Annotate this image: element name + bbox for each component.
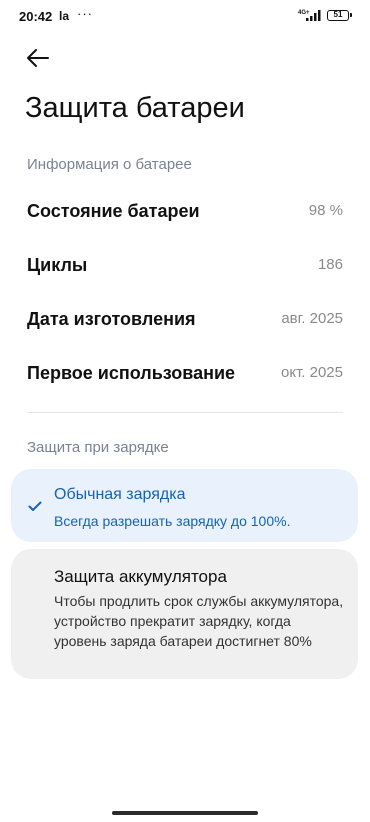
back-button[interactable] [22,44,54,72]
charging-protection-header: Защита при зарядке [27,439,169,456]
more-notifications-icon: ··· [77,6,93,21]
app-notification-icon: la [59,9,70,23]
battery-icon: 51 [327,10,352,21]
option-description: Чтобы продлить срок службы аккумулятора,… [54,593,344,649]
info-value: авг. 2025 [281,310,343,327]
checkmark-icon [28,501,42,511]
info-value: 98 % [308,202,343,219]
signal-icon [306,10,321,21]
manufacture-date-row[interactable]: Дата изготовления авг. 2025 [27,301,343,337]
info-label: Дата изготовления [27,309,196,329]
status-bar: 20:42 la ··· 4G+ 51 [0,0,370,34]
battery-health-row[interactable]: Состояние батареи 98 % [27,193,343,229]
page-title: Защита батареи [25,92,245,124]
info-label: Состояние батареи [27,201,200,221]
first-use-row[interactable]: Первое использование окт. 2025 [27,355,343,391]
cycles-row[interactable]: Циклы 186 [27,247,343,283]
divider [27,412,343,413]
info-label: Циклы [27,255,88,275]
normal-charging-option[interactable]: Обычная зарядка Всегда разрешать зарядку… [11,469,358,542]
info-label: Первое использование [27,363,236,383]
option-description: Всегда разрешать зарядку до 100%. [54,513,291,529]
option-title: Защита аккумулятора [54,567,227,586]
status-time: 20:42 [19,9,53,24]
battery-protection-option[interactable]: Защита аккумулятора Чтобы продлить срок … [11,549,358,679]
option-title: Обычная зарядка [54,486,186,503]
home-indicator[interactable] [112,811,258,815]
battery-info-header: Информация о батарее [27,156,192,173]
info-value: окт. 2025 [281,364,343,381]
info-value: 186 [317,256,343,273]
arrow-left-icon [27,49,49,67]
